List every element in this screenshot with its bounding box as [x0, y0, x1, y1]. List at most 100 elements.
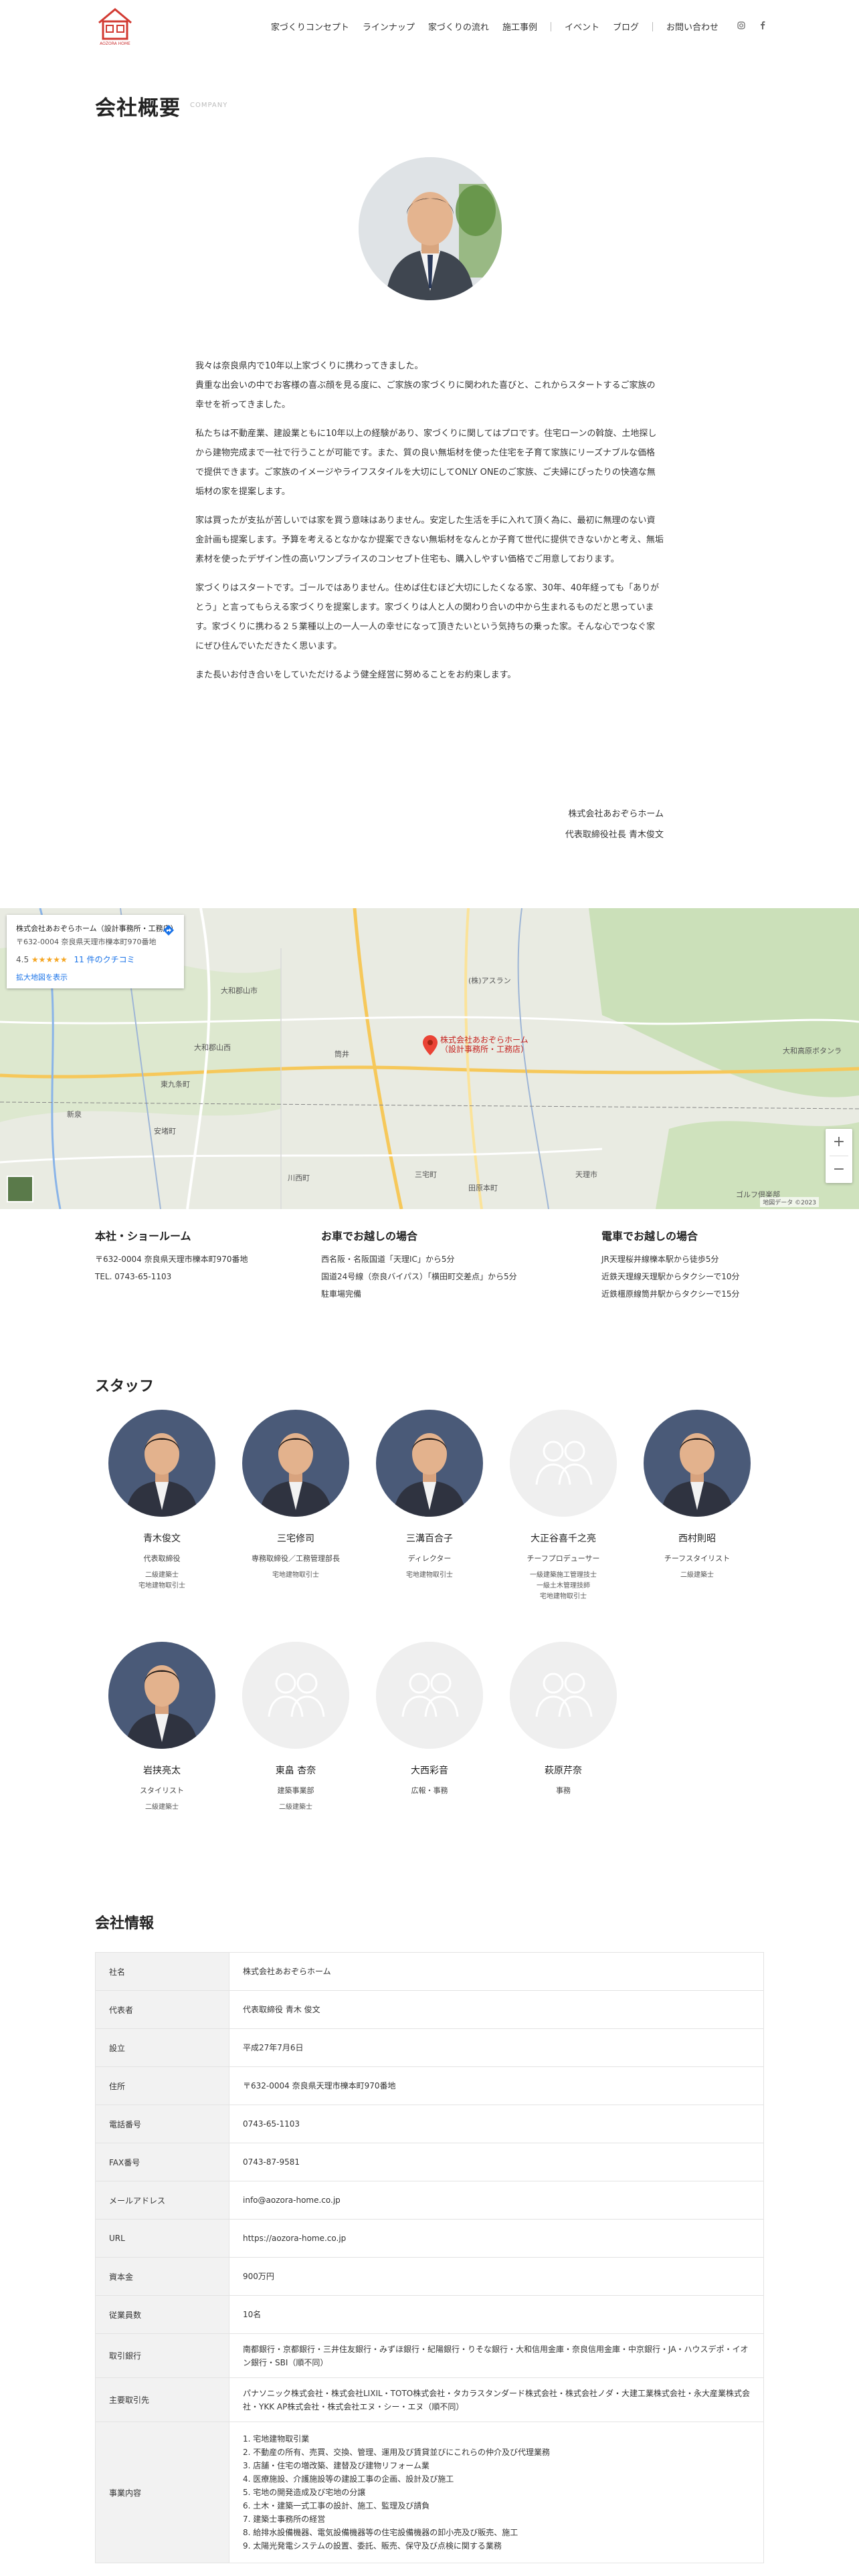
staff-qualifications: 二級建築士	[95, 1802, 229, 1813]
business-item: 3. 店舗・住宅の増改築、建替及び建物リフォーム業	[243, 2461, 430, 2470]
staff-role: スタイリスト	[140, 1786, 184, 1795]
staff-role: チーフスタイリスト	[664, 1554, 731, 1563]
company-info-table: 社名 株式会社あおぞらホーム 代表者 代表取締役 青木 俊文 設立 平成27年7月6日 住所…	[95, 1952, 764, 2563]
nav-flow[interactable]: 家づくりの流れ	[428, 20, 489, 33]
company-info-row: 事業内容 1. 宅地建物取引業 2. 不動産の所有、売買、交換、管理、運用及び賃貸並…	[95, 2422, 764, 2563]
staff-card: 三宅修司 専務取締役／工務管理部長 宅地建物取引士	[229, 1410, 363, 1581]
staff-name: 西村則昭	[678, 1533, 716, 1544]
staff-placeholder-avatar	[376, 1642, 483, 1749]
staff-qualifications: 一級建築施工管理技士 一級土木管理技師 宅地建物取引士	[496, 1570, 630, 1602]
signature-company: 株式会社あおぞらホーム	[568, 809, 664, 819]
staff-name: 青木俊文	[143, 1533, 181, 1544]
person-photo-icon	[644, 1410, 751, 1517]
nav-blog[interactable]: ブログ	[613, 20, 639, 33]
staff-role: 建築事業部	[277, 1786, 314, 1795]
site-header: AOZORA HOME 家づくりコンセプト ラインナップ 家づくりの流れ 施工事…	[0, 0, 859, 53]
nav-event[interactable]: イベント	[565, 20, 599, 33]
rating-value: 4.5	[16, 955, 29, 964]
nav-contact[interactable]: お問い合わせ	[666, 20, 719, 33]
page-title: 会社概要	[95, 96, 181, 120]
company-info-value: 10名	[229, 2295, 764, 2334]
company-info-value: パナソニック株式会社・株式会社LIXIL・TOTO株式会社・タカラスタンダード株…	[229, 2377, 764, 2422]
map-label: (株)アスラン	[468, 976, 511, 985]
signature-representative: 代表取締役社長 青木俊文	[565, 830, 664, 840]
company-info-value[interactable]: info@aozora-home.co.jp	[229, 2181, 764, 2220]
staff-role: 事務	[556, 1786, 571, 1795]
staff-qualification: 二級建築士	[145, 1572, 179, 1579]
staff-photo	[108, 1642, 215, 1749]
map-label: 筒井	[335, 1050, 349, 1059]
business-item: 6. 土木・建築一式工事の設計、施工、監理及び請負	[243, 2501, 430, 2510]
company-info-row: 主要取引先 パナソニック株式会社・株式会社LIXIL・TOTO株式会社・タカラスタ…	[95, 2377, 764, 2422]
company-info-row: メールアドレス info@aozora-home.co.jp	[95, 2181, 764, 2220]
zoom-out-button[interactable]: −	[826, 1156, 852, 1183]
staff-name: 大西彩音	[411, 1765, 448, 1776]
map-label: 東九条町	[161, 1080, 190, 1089]
business-item: 1. 宅地建物取引業	[243, 2434, 310, 2444]
map-card-address: 〒632-0004 奈良県天理市櫟本町970番地	[16, 938, 157, 946]
staff-name: 三溝百合子	[406, 1533, 453, 1544]
facebook-icon[interactable]	[760, 21, 765, 32]
company-info-label: URL	[95, 2219, 229, 2258]
business-list: 1. 宅地建物取引業 2. 不動産の所有、売買、交換、管理、運用及び賃貸並びにこれ…	[243, 2426, 750, 2559]
staff-photo	[376, 1410, 483, 1517]
access-line: 国道24号線（奈良バイパス）「横田町交差点」から5分	[321, 1272, 517, 1281]
person-photo-icon	[376, 1410, 483, 1517]
company-info-label: 主要取引先	[95, 2377, 229, 2422]
reviews-link[interactable]: 11 件のクチコミ	[74, 955, 135, 964]
president-portrait	[359, 157, 502, 300]
map-label: 新泉	[67, 1110, 82, 1119]
staff-name: 萩原芹奈	[545, 1765, 582, 1776]
satellite-toggle[interactable]	[7, 1176, 33, 1202]
directions-icon[interactable]	[163, 924, 175, 939]
nav-works[interactable]: 施工事例	[502, 20, 537, 33]
map-pin-icon[interactable]	[423, 1035, 438, 1055]
staff-card: 西村則昭チーフスタイリスト 二級建築士	[630, 1410, 764, 1581]
company-info-label: FAX番号	[95, 2143, 229, 2181]
map-label: 大和郡山西	[194, 1043, 231, 1052]
rating-stars: ★★★★★	[31, 955, 68, 964]
staff-role: ディレクター	[407, 1554, 452, 1563]
staff-section-title: スタッフ	[95, 1378, 155, 1395]
staff-photo	[242, 1410, 349, 1517]
map-label: 田原本町	[468, 1184, 498, 1192]
company-info-label: 資本金	[95, 2257, 229, 2296]
person-photo-icon	[108, 1410, 215, 1517]
staff-card: 青木俊文 代表取締役 二級建築士 宅地建物取引士	[95, 1410, 229, 1592]
staff-photo	[108, 1410, 215, 1517]
access-line: 駐車場完備	[321, 1289, 362, 1299]
staff-placeholder-avatar	[242, 1642, 349, 1749]
company-info-label: 事業内容	[95, 2422, 229, 2563]
staff-qualification: 二級建築士	[680, 1572, 714, 1579]
company-info-label: メールアドレス	[95, 2181, 229, 2220]
access-line: 近鉄橿原線筒井駅からタクシーで15分	[601, 1289, 740, 1299]
staff-role: 専務取締役／工務管理部長	[252, 1554, 340, 1563]
map-info-card: 株式会社あおぞらホーム（設計事務所・工務店） 〒632-0004 奈良県天理市櫟…	[7, 915, 184, 988]
map-label: 安堵町	[154, 1127, 176, 1136]
company-info-value: 平成27年7月6日	[229, 2028, 764, 2067]
zoom-in-button[interactable]: +	[826, 1129, 852, 1156]
staff-qualification: 宅地建物取引士	[540, 1593, 587, 1600]
staff-qualification: 宅地建物取引士	[406, 1572, 453, 1579]
nav-concept[interactable]: 家づくりコンセプト	[271, 20, 349, 33]
access-title: お車でお越しの場合	[321, 1230, 418, 1243]
company-info-value: 代表取締役 青木 俊文	[229, 1990, 764, 2029]
company-info-value[interactable]: https://aozora-home.co.jp	[229, 2219, 764, 2258]
access-line: 〒632-0004 奈良県天理市櫟本町970番地	[95, 1255, 248, 1264]
staff-card: 三溝百合子ディレクター 宅地建物取引士	[363, 1410, 496, 1581]
company-info-row: 住所 〒632-0004 奈良県天理市櫟本町970番地	[95, 2066, 764, 2105]
company-info-row: 電話番号 0743-65-1103	[95, 2105, 764, 2143]
company-info-label: 住所	[95, 2066, 229, 2105]
staff-card: 東畠 杏奈 建築事業部 二級建築士	[229, 1642, 363, 1813]
staff-qualification: 一級建築施工管理技士	[530, 1572, 597, 1579]
larger-map-link[interactable]: 拡大地図を表示	[16, 972, 175, 982]
instagram-icon[interactable]	[737, 21, 745, 32]
nav-lineup[interactable]: ラインナップ	[363, 20, 415, 33]
company-info-value: 900万円	[229, 2257, 764, 2296]
nav-divider	[652, 21, 653, 31]
site-logo[interactable]: AOZORA HOME	[95, 5, 135, 48]
company-info-row: 設立 平成27年7月6日	[95, 2028, 764, 2067]
company-info-value: 0743-65-1103	[229, 2105, 764, 2143]
google-map[interactable]: 大和郡山市 東九条町 天理市 大和高原ボタンラ 筒井 安堵町 川西町 田原本町 …	[0, 908, 859, 1209]
map-zoom-control: + −	[826, 1129, 852, 1183]
